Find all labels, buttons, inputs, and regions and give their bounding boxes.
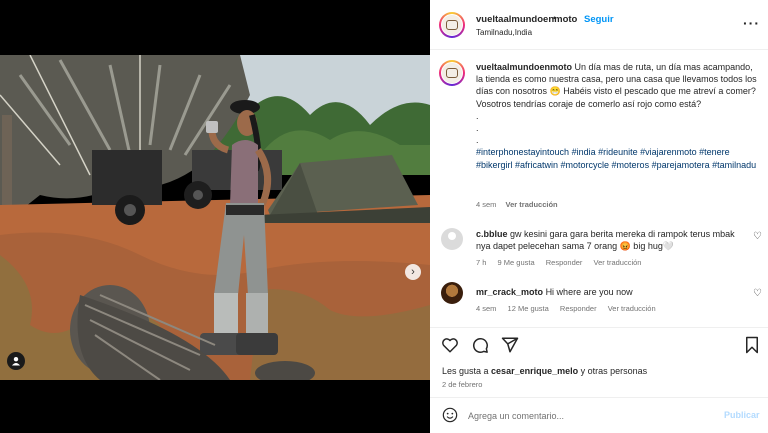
save-button[interactable] — [744, 336, 760, 354]
user-tag-icon — [12, 357, 20, 366]
comment-username[interactable]: c.bblue — [476, 229, 508, 239]
post-photo[interactable]: › — [0, 55, 430, 380]
comment-time: 7 h — [476, 258, 487, 267]
caption-meta: 4 sem Ver traducción — [476, 200, 565, 209]
send-icon[interactable] — [501, 336, 519, 354]
caption-translate-link[interactable]: Ver traducción — [506, 200, 558, 209]
author-username[interactable]: vueltaalmundoenmoto — [476, 14, 577, 25]
heart-icon[interactable] — [441, 336, 459, 354]
photo-scene — [0, 55, 430, 380]
author-avatar[interactable] — [439, 12, 465, 38]
likes-suffix[interactable]: y otras personas — [578, 366, 648, 376]
caption-dot: . — [476, 135, 479, 146]
liker-username[interactable]: cesar_enrique_melo — [491, 366, 578, 376]
instagram-post-viewer: › vueltaalmundoenmoto • Seguir Tamilnadu… — [0, 0, 768, 433]
caption-username[interactable]: vueltaalmundoenmoto — [476, 62, 572, 72]
action-icons — [441, 336, 519, 354]
comment-meta: 4 sem 12 Me gusta Responder Ver traducci… — [476, 304, 665, 313]
chevron-right-icon: › — [411, 265, 415, 278]
tagged-users-button[interactable] — [7, 352, 25, 370]
media-panel: › — [0, 0, 430, 433]
caption-hashtags[interactable]: #interphonestayintouch #india #rideunite… — [476, 147, 756, 169]
reply-button[interactable]: Responder — [546, 258, 583, 267]
post-actions: Les gusta a cesar_enrique_melo y otras p… — [430, 327, 768, 397]
commenter-avatar[interactable] — [441, 228, 463, 250]
comment-text: gw kesini gara gara berita mereka di ram… — [476, 229, 735, 251]
comment-composer: Publicar — [430, 397, 768, 433]
bookmark-icon — [746, 336, 758, 354]
emoji-icon[interactable] — [442, 407, 458, 423]
likes-prefix: Les gusta a — [442, 366, 492, 376]
post-details-panel: vueltaalmundoenmoto • Seguir Tamilnadu,I… — [430, 0, 768, 433]
caption-time: 4 sem — [476, 200, 497, 209]
header-separator: • — [553, 13, 557, 23]
post-date[interactable]: 2 de febrero — [442, 380, 482, 389]
comment-icon[interactable] — [471, 336, 489, 354]
post-location[interactable]: Tamilnadu,India — [476, 28, 532, 37]
comment-time: 4 sem — [476, 304, 497, 313]
comment-username[interactable]: mr_crack_moto — [476, 287, 543, 297]
caption-dot: . — [476, 110, 479, 121]
comment-likes[interactable]: 12 Me gusta — [508, 304, 549, 313]
comment-body: c.bblue gw kesini gara gara berita merek… — [476, 228, 738, 252]
translate-link[interactable]: Ver traducción — [594, 258, 642, 267]
reply-button[interactable]: Responder — [560, 304, 597, 313]
post-caption: vueltaalmundoenmoto Un día mas de ruta, … — [430, 50, 768, 216]
caption-body: vueltaalmundoenmoto Un día mas de ruta, … — [476, 61, 758, 171]
publish-button[interactable]: Publicar — [724, 410, 760, 420]
comment-text: Hi where are you now — [545, 287, 633, 297]
comment-like-icon[interactable]: ♡ — [753, 231, 762, 242]
post-header: vueltaalmundoenmoto • Seguir Tamilnadu,I… — [430, 0, 768, 50]
comment-meta: 7 h 9 Me gusta Responder Ver traducción — [476, 258, 650, 267]
translate-link[interactable]: Ver traducción — [608, 304, 656, 313]
caption-dot: . — [476, 123, 479, 134]
comment-body: mr_crack_moto Hi where are you now — [476, 286, 738, 298]
more-options-icon[interactable]: ··· — [743, 15, 760, 31]
caption-avatar[interactable] — [439, 60, 465, 86]
comment-input[interactable] — [468, 408, 708, 424]
next-slide-button[interactable]: › — [405, 264, 421, 280]
follow-button[interactable]: Seguir — [584, 14, 614, 25]
likes-summary: Les gusta a cesar_enrique_melo y otras p… — [442, 366, 647, 376]
comment-like-icon[interactable]: ♡ — [753, 288, 762, 299]
comment-likes[interactable]: 9 Me gusta — [498, 258, 535, 267]
commenter-avatar[interactable] — [441, 282, 463, 304]
